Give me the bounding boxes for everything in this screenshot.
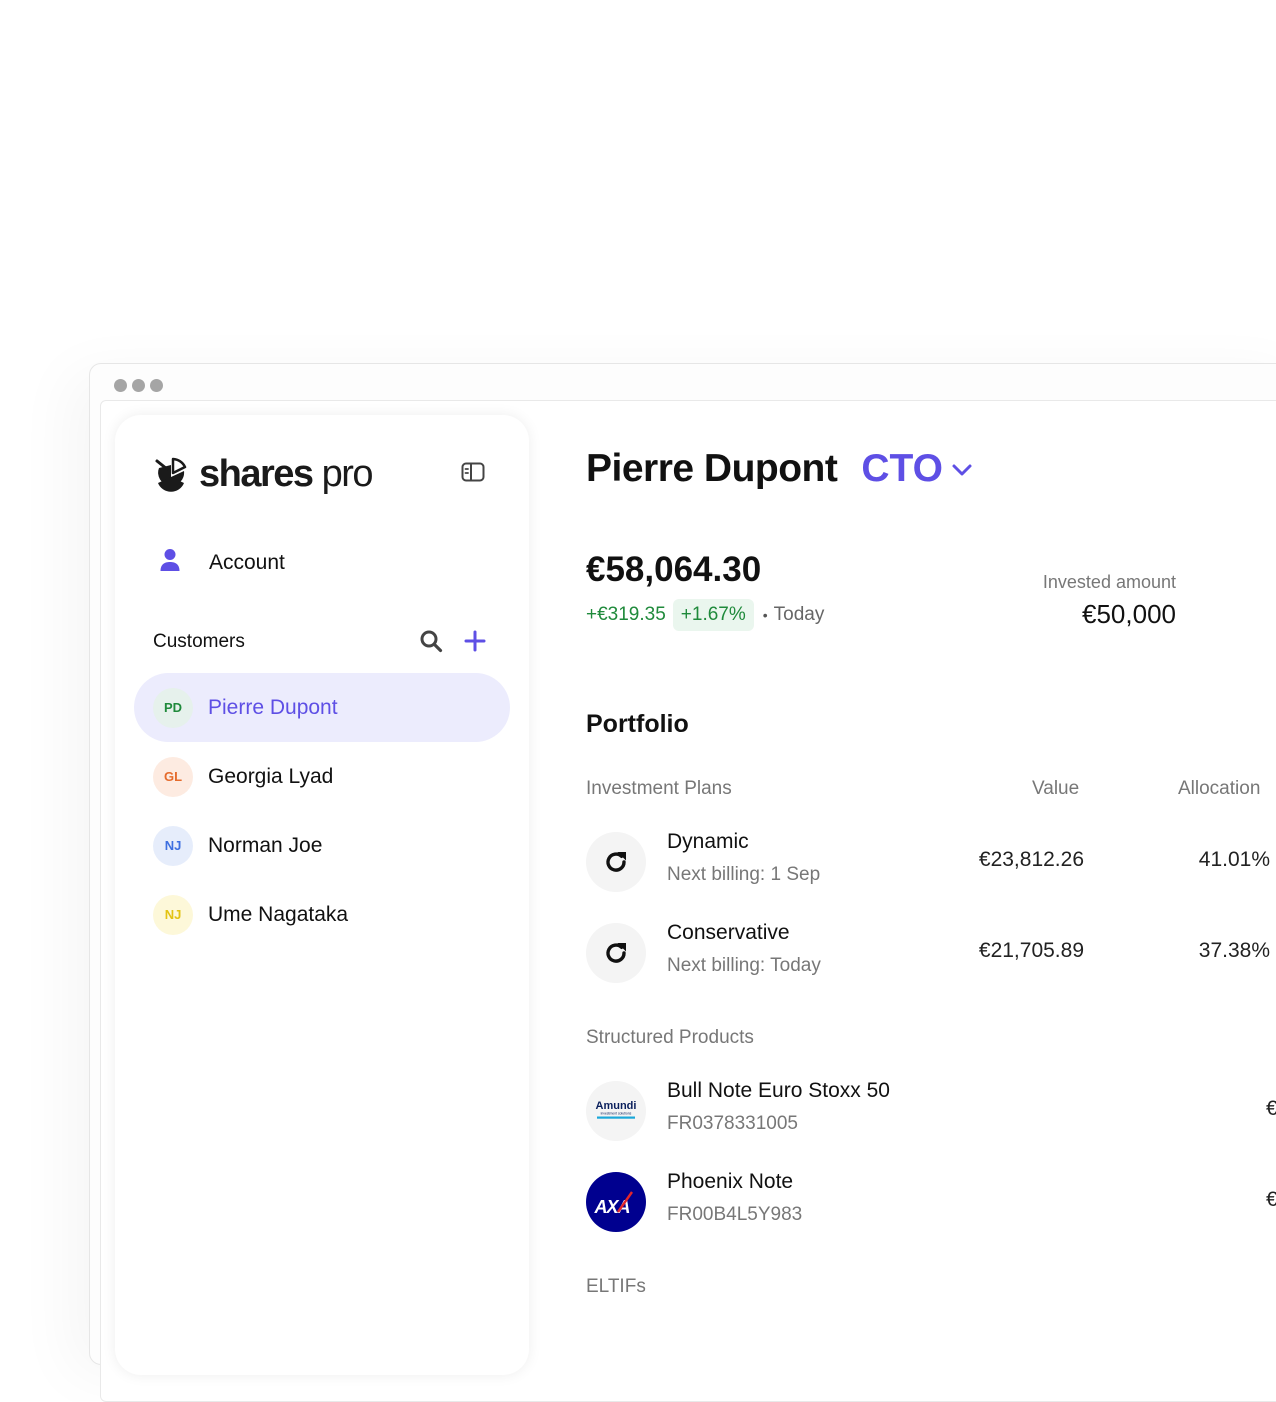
column-header-value: Value	[1032, 778, 1080, 799]
avatar: PD	[153, 687, 193, 728]
structured-products-title: Structured Products	[586, 1027, 754, 1048]
account-type-selector[interactable]: CTO	[861, 447, 943, 491]
portfolio-title: Portfolio	[586, 710, 689, 738]
customer-item[interactable]: GL Georgia Lyad	[134, 742, 510, 811]
change-separator: •	[762, 607, 768, 623]
customers-title: Customers	[153, 631, 245, 652]
change-amount: +€319.35	[586, 604, 666, 625]
window-dot-minimize[interactable]	[132, 379, 145, 392]
change-period: Today	[773, 604, 825, 625]
main-content: Pierre Dupont CTO €58,064.30 +€319.35 +1…	[586, 440, 1276, 1297]
avatar: NJ	[153, 894, 193, 935]
search-customers-button[interactable]	[417, 629, 445, 657]
logo-brand-light: pro	[321, 453, 374, 495]
plan-value: €21,705.89	[978, 939, 1084, 962]
plan-billing: Next billing: Today	[667, 955, 821, 976]
chevron-down-icon[interactable]	[951, 463, 973, 482]
search-icon	[419, 629, 443, 658]
customers-header: Customers	[153, 629, 493, 659]
plan-allocation: 37.38%	[1198, 939, 1270, 962]
product-isin: FR00B4L5Y983	[667, 1204, 803, 1225]
balance-change: +€319.35 +1.67% • Today	[586, 599, 824, 631]
plus-icon	[464, 630, 486, 657]
invested-value: €50,000	[1082, 599, 1176, 629]
amundi-logo-subtext: investment solutions	[601, 1112, 632, 1116]
refresh-icon	[586, 923, 646, 983]
sidebar-toggle-icon	[461, 462, 485, 487]
column-header-allocation: Allocation	[1178, 778, 1261, 799]
app-logo[interactable]: shares pro	[153, 453, 374, 496]
plan-name: Dynamic	[667, 830, 749, 853]
window-dot-close[interactable]	[114, 379, 127, 392]
axa-logo-text: AXA	[593, 1197, 629, 1217]
refresh-icon	[586, 832, 646, 892]
axa-logo: AXA	[586, 1172, 646, 1232]
plan-billing: Next billing: 1 Sep	[667, 864, 821, 885]
plan-row[interactable]: Conservative Next billing: Today €21,705…	[586, 921, 1276, 985]
avatar: NJ	[153, 825, 193, 866]
pie-chart-logo-icon	[153, 455, 189, 495]
plan-row[interactable]: Dynamic Next billing: 1 Sep €23,812.26 4…	[586, 830, 1276, 894]
customer-name: Pierre Dupont	[208, 695, 338, 719]
column-header-plans: Investment Plans	[586, 778, 732, 799]
customer-item[interactable]: NJ Norman Joe	[134, 811, 510, 880]
product-name: Bull Note Euro Stoxx 50	[667, 1079, 890, 1102]
plan-allocation: 41.01%	[1198, 848, 1270, 871]
sidebar-item-label: Account	[209, 550, 285, 574]
structured-product-row[interactable]: Amundi investment solutions Bull Note Eu…	[586, 1079, 1276, 1143]
change-percent-badge: +1.67%	[672, 599, 754, 631]
eltifs-title: ELTIFs	[586, 1276, 646, 1297]
plan-name: Conservative	[667, 921, 790, 944]
logo-brand-bold: shares	[199, 453, 314, 495]
sidebar-item-account[interactable]: Account	[159, 548, 285, 577]
customer-name: Ume Nagataka	[208, 902, 349, 926]
portfolio-balance: €58,064.30	[586, 550, 762, 589]
window-dot-maximize[interactable]	[150, 379, 163, 392]
amundi-logo: Amundi investment solutions	[586, 1081, 646, 1141]
amundi-logo-text: Amundi	[596, 1100, 637, 1112]
product-name: Phoenix Note	[667, 1170, 794, 1193]
window-controls	[114, 379, 163, 392]
avatar: GL	[153, 756, 193, 797]
customer-item[interactable]: PD Pierre Dupont	[134, 673, 510, 742]
invested-label: Invested amount	[1042, 572, 1176, 592]
user-icon	[159, 548, 181, 577]
structured-product-row[interactable]: AXA Phoenix Note FR00B4L5Y983 €	[586, 1170, 1276, 1234]
product-isin: FR0378331005	[667, 1113, 798, 1134]
customer-item[interactable]: NJ Ume Nagataka	[134, 880, 510, 949]
invested-amount: Invested amount €50,000	[1016, 572, 1176, 630]
product-value: €	[1266, 1097, 1276, 1120]
product-value: €	[1266, 1188, 1276, 1211]
page-header: Pierre Dupont CTO	[586, 440, 1276, 498]
plan-value: €23,812.26	[978, 848, 1084, 871]
customer-name: Georgia Lyad	[208, 764, 334, 788]
sidebar: shares pro Account Customers PD Pierre D…	[115, 415, 529, 1375]
add-customer-button[interactable]	[461, 629, 489, 657]
page-title: Pierre Dupont	[586, 447, 838, 490]
customer-list: PD Pierre Dupont GL Georgia Lyad NJ Norman Jo…	[134, 673, 510, 949]
sidebar-toggle-button[interactable]	[460, 462, 486, 486]
customer-name: Norman Joe	[208, 833, 323, 857]
